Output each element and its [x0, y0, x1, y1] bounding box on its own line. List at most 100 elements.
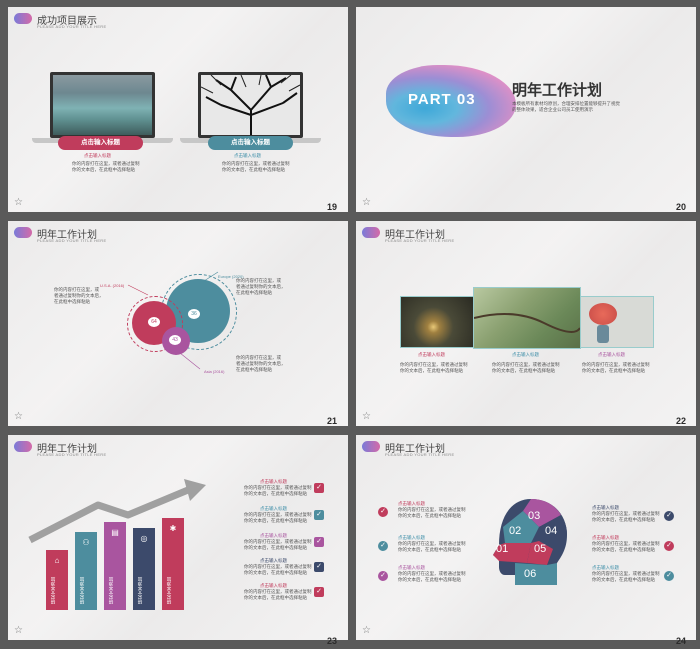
branch-line	[473, 313, 581, 333]
star-icon: ☆	[14, 197, 23, 208]
list-item-left-2: ✓ 点击输入标题 你的内容打在这里，或者通过复制 你的文本后，在此框中选择粘贴	[378, 535, 466, 553]
checkbox-icon[interactable]: ✓	[314, 562, 324, 572]
bar-label: 研究文本添加	[50, 577, 55, 604]
card2-button[interactable]: 点击输入标题	[208, 136, 293, 150]
slide-19[interactable]: 成功项目展示 PLEASE ADD YOUR TITLE HERE 点击输入标题…	[8, 7, 348, 212]
text-line: 在此框中选择粘贴	[236, 367, 272, 372]
slide-number-20: 20	[676, 202, 687, 212]
layers-icon: ▤	[111, 528, 119, 537]
rose-cluster	[589, 303, 617, 325]
star-icon: ☆	[14, 411, 23, 422]
laptop-image-tree	[198, 72, 303, 138]
slide-20[interactable]: PART 03 明年工作计划 本模板所有素材均原创，合理安排位置能够提升了视觉的…	[356, 7, 696, 212]
globe-icon: ◎	[140, 534, 148, 543]
puzzle-label-01: 01	[496, 543, 509, 555]
list-item: 点击输入标题 你的内容打在这里，或者通过复制 你的文本后，在此框中选择粘贴 ✓	[244, 558, 324, 576]
logo-icon	[362, 441, 380, 452]
bar-label: 研究文本添加	[108, 577, 113, 604]
checkbox-icon[interactable]: ✓	[314, 510, 324, 520]
puzzle-label-02: 02	[509, 525, 522, 537]
list-item-right-3: 点击输入标题 你的内容打在这里，或者通过复制 你的文本后，在此框中选择粘贴 ✓	[592, 565, 674, 583]
check-circle-icon: ✓	[664, 541, 674, 551]
slide-24[interactable]: 明年工作计划 PLEASE ADD YOUR TITLE HERE 01 02 …	[356, 435, 696, 640]
puzzle-label-05: 05	[534, 543, 547, 555]
caption-2: 点击输入标题	[512, 352, 539, 357]
part-label: PART 03	[408, 91, 476, 108]
card1-desc-line2: 你的文本后，在此框中选择粘贴	[72, 167, 135, 172]
logo-icon	[362, 227, 380, 238]
caption-1: 点击输入标题	[418, 352, 445, 357]
leader-lines	[127, 271, 219, 370]
list-item-left-1: ✓ 点击输入标题 你的内容打在这里，或者通过复制 你的文本后，在此框中选择粘贴	[378, 501, 466, 519]
item-desc-line2: 你的文本后，在此框中选择粘贴	[244, 518, 307, 523]
photo-branch	[473, 287, 581, 349]
photo-dandelion	[400, 296, 474, 348]
text-line: 你的文本后，在此框中选择粘贴	[582, 368, 645, 373]
slide-number-19: 19	[327, 202, 338, 212]
bar-3: ▤ 研究文本添加	[104, 522, 126, 610]
bar-label: 研究文本添加	[79, 577, 84, 604]
item-desc-line2: 你的文本后，在此框中选择粘贴	[592, 547, 655, 552]
item-desc-line2: 你的文本后，在此框中选择粘贴	[398, 577, 461, 582]
bar-5: ✱ 研究文本添加	[162, 518, 184, 610]
bar-2: ⚇ 研究文本添加	[75, 532, 97, 610]
item-desc-line2: 你的文本后，在此框中选择粘贴	[592, 577, 655, 582]
text-block-left: 你的内容打在这里，或 者通过复制你的文本后， 在此框中选择粘贴	[54, 287, 104, 305]
check-circle-icon: ✓	[378, 507, 388, 517]
card1-subtitle: 点击输入标题	[84, 153, 111, 158]
section-body: 本模板所有素材均原创，合理安排位置能够提升了视觉的整体效果，适合企业公司员工使用…	[512, 101, 620, 112]
desc-2: 你的内容打在这里，或者通过复制 你的文本后，在此框中选择粘贴	[492, 362, 560, 374]
card2-subtitle: 点击输入标题	[234, 153, 261, 158]
star-icon: ☆	[362, 197, 371, 208]
list-item-right-1: 点击输入标题 你的内容打在这里，或者通过复制 你的文本后，在此框中选择粘贴 ✓	[592, 505, 674, 523]
list-item: 点击输入标题 你的内容打在这里，或者通过复制 你的文本后，在此框中选择粘贴 ✓	[244, 506, 324, 524]
puzzle-label-03: 03	[528, 510, 541, 522]
item-desc-line2: 你的文本后，在此框中选择粘贴	[244, 595, 307, 600]
item-desc-line2: 你的文本后，在此框中选择粘贴	[398, 547, 461, 552]
star-icon: ☆	[14, 625, 23, 636]
slide-21[interactable]: 明年工作计划 PLEASE ADD YOUR TITLE HERE 64 36 …	[8, 221, 348, 426]
text-line: 你的文本后，在此框中选择粘贴	[400, 368, 463, 373]
star-icon: ☆	[362, 411, 371, 422]
slide-subtitle: PLEASE ADD YOUR TITLE HERE	[37, 24, 107, 29]
check-circle-icon: ✓	[664, 511, 674, 521]
tree-photo	[201, 75, 300, 135]
list-item: 点击输入标题 你的内容打在这里，或者通过复制 你的文本后，在此框中选择粘贴 ✓	[244, 533, 324, 551]
laptop-image-river	[50, 72, 155, 138]
list-item-left-3: ✓ 点击输入标题 你的内容打在这里，或者通过复制 你的文本后，在此框中选择粘贴	[378, 565, 466, 583]
slide-number-22: 22	[676, 416, 687, 426]
checkbox-icon[interactable]: ✓	[314, 483, 324, 493]
slide-number-23: 23	[327, 636, 338, 646]
slide-number-24: 24	[676, 636, 687, 646]
vase	[597, 325, 609, 343]
check-circle-icon: ✓	[378, 571, 388, 581]
section-heading: 明年工作计划	[512, 82, 603, 99]
label-asia: Asia (2016)	[204, 369, 225, 374]
checkbox-icon[interactable]: ✓	[314, 537, 324, 547]
people-icon: ⚇	[82, 538, 90, 547]
slide-subtitle: PLEASE ADD YOUR TITLE HERE	[385, 238, 455, 243]
slide-23[interactable]: 明年工作计划 PLEASE ADD YOUR TITLE HERE ⌂ 研究文本…	[8, 435, 348, 640]
text-block-right: 你的内容打在这里，或 者通过复制你的文本后， 在此框中选择粘贴	[236, 278, 286, 296]
text-line: 在此框中选择粘贴	[236, 290, 272, 295]
card1-button[interactable]: 点击输入标题	[58, 136, 143, 150]
item-desc-line2: 你的文本后，在此框中选择粘贴	[244, 491, 307, 496]
item-desc-line2: 你的文本后，在此框中选择粘贴	[244, 545, 307, 550]
tree-silhouette	[201, 75, 300, 135]
puzzle-label-06: 06	[524, 568, 537, 580]
list-item: 点击输入标题 你的内容打在这里，或者通过复制 你的文本后，在此框中选择粘贴 ✓	[244, 583, 324, 601]
puzzle-label-04: 04	[545, 525, 558, 537]
card2-desc-line2: 你的文本后，在此框中选择粘贴	[222, 167, 285, 172]
card2-desc: 你的内容打在这里，或者通过复制 你的文本后，在此框中选择粘贴	[222, 161, 290, 173]
bar-1: ⌂ 研究文本添加	[46, 550, 68, 610]
desc-3: 你的内容打在这里，或者通过复制 你的文本后，在此框中选择粘贴	[582, 362, 650, 374]
list-item-right-2: 点击输入标题 你的内容打在这里，或者通过复制 你的文本后，在此框中选择粘贴 ✓	[592, 535, 674, 553]
card1-desc: 你的内容打在这里，或者通过复制 你的文本后，在此框中选择粘贴	[72, 161, 140, 173]
bar-4: ◎ 研究文本添加	[133, 528, 155, 610]
slide-subtitle: PLEASE ADD YOUR TITLE HERE	[385, 452, 455, 457]
bar-label: 研究文本添加	[137, 577, 142, 604]
check-circle-icon: ✓	[378, 541, 388, 551]
caption-3: 点击输入标题	[598, 352, 625, 357]
slide-22[interactable]: 明年工作计划 PLEASE ADD YOUR TITLE HERE 点击输入标题…	[356, 221, 696, 426]
checkbox-icon[interactable]: ✓	[314, 587, 324, 597]
